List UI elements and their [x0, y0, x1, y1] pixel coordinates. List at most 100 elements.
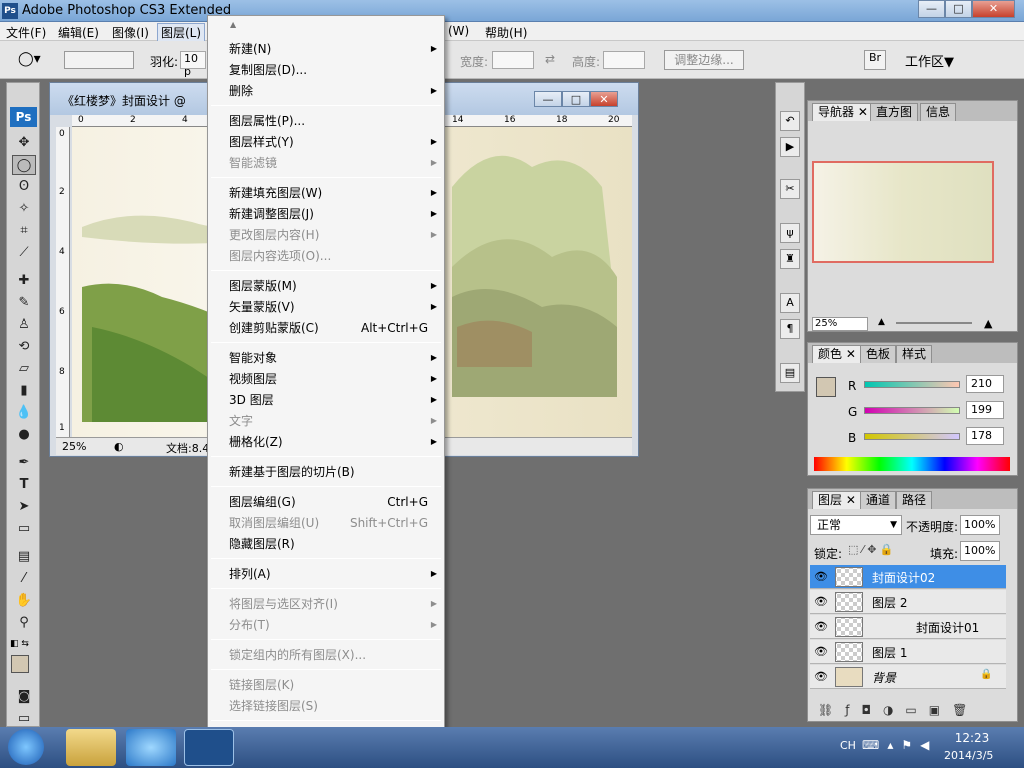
- color-ramp[interactable]: [814, 457, 1010, 471]
- start-button[interactable]: [8, 729, 44, 765]
- lasso-tool-icon[interactable]: ʘ: [12, 177, 36, 197]
- clock-date[interactable]: 2014/3/5: [944, 749, 993, 762]
- lock-icons[interactable]: ⬚ ⁄ ✥ 🔒: [848, 543, 894, 556]
- menu-item[interactable]: 隐藏图层(R): [208, 534, 444, 554]
- menu-item[interactable]: 视频图层 ▶: [208, 369, 444, 389]
- foreground-color-swatch[interactable]: [11, 655, 29, 673]
- marquee-tool-icon[interactable]: ◯: [12, 155, 36, 175]
- move-tool-icon[interactable]: ✥: [12, 133, 36, 153]
- layer-row[interactable]: 👁 图层 2: [810, 590, 1006, 614]
- workspace-button[interactable]: 工作区▼: [905, 51, 954, 70]
- feather-input[interactable]: 10 p: [180, 51, 206, 78]
- layer-row[interactable]: 👁 图层 1: [810, 640, 1006, 664]
- zoom-slider[interactable]: [896, 322, 972, 324]
- height-input[interactable]: [603, 51, 645, 69]
- green-value[interactable]: 199: [966, 401, 1004, 419]
- input-language[interactable]: CH: [840, 739, 856, 752]
- blue-slider[interactable]: [864, 433, 960, 440]
- menu-item[interactable]: 新建(N) ▶: [208, 39, 444, 59]
- menu-layer[interactable]: 图层(L): [157, 23, 206, 42]
- magic-wand-icon[interactable]: ✧: [12, 199, 36, 219]
- status-menu-icon[interactable]: ◐: [114, 440, 124, 453]
- foreground-swatch[interactable]: [816, 377, 836, 397]
- menu-item[interactable]: 3D 图层 ▶: [208, 390, 444, 410]
- doc-maximize-button[interactable]: □: [562, 91, 590, 107]
- navigator-zoom-field[interactable]: 25%: [812, 317, 868, 331]
- menu-item[interactable]: 删除 ▶: [208, 81, 444, 101]
- clone-stamp-icon[interactable]: ♙: [12, 315, 36, 335]
- menu-item[interactable]: 图层属性(P)...: [208, 111, 444, 131]
- menu-item[interactable]: 智能对象 ▶: [208, 348, 444, 368]
- scroll-up-arrow-icon[interactable]: ▲: [230, 20, 236, 29]
- maximize-button[interactable]: □: [945, 0, 972, 18]
- menu-window[interactable]: (W): [448, 24, 469, 38]
- doc-close-button[interactable]: ✕: [590, 91, 618, 107]
- selection-mode-buttons[interactable]: [64, 51, 134, 69]
- clone-source-icon[interactable]: ♜: [780, 249, 800, 269]
- eyedropper-icon[interactable]: ⁄: [12, 569, 36, 589]
- file-explorer-icon[interactable]: [66, 729, 116, 766]
- slice-tool-icon[interactable]: ⟋: [12, 243, 36, 263]
- layer-row[interactable]: 👁 背景 🔒: [810, 665, 1006, 689]
- zoom-level[interactable]: 25%: [62, 440, 86, 453]
- tab-color[interactable]: 颜色 ✕: [812, 345, 862, 363]
- internet-explorer-icon[interactable]: [126, 729, 176, 766]
- opacity-input[interactable]: 100%: [960, 515, 1000, 535]
- green-slider[interactable]: [864, 407, 960, 414]
- menu-item[interactable]: 新建基于图层的切片(B): [208, 462, 444, 482]
- menu-item[interactable]: 栅格化(Z) ▶: [208, 432, 444, 452]
- healing-brush-icon[interactable]: ✚: [12, 271, 36, 291]
- character-panel-icon[interactable]: A: [780, 293, 800, 313]
- visibility-eye-icon[interactable]: 👁: [812, 668, 830, 686]
- hand-tool-icon[interactable]: ✋: [12, 591, 36, 611]
- menu-item[interactable]: 创建剪贴蒙版(C) Alt+Ctrl+G: [208, 318, 444, 338]
- brush-tool-icon[interactable]: ✎: [12, 293, 36, 313]
- swap-icon[interactable]: ⇄: [545, 52, 555, 66]
- blue-value[interactable]: 178: [966, 427, 1004, 445]
- menu-item[interactable]: 新建填充图层(W) ▶: [208, 183, 444, 203]
- zoom-in-icon[interactable]: ▲: [984, 317, 992, 330]
- doc-minimize-button[interactable]: —: [534, 91, 562, 107]
- menu-item[interactable]: 矢量蒙版(V) ▶: [208, 297, 444, 317]
- elliptical-marquee-icon[interactable]: ◯▾: [18, 51, 41, 67]
- default-colors-icon[interactable]: ◧ ⇆: [10, 639, 29, 649]
- bridge-icon[interactable]: Br: [864, 50, 886, 70]
- visibility-eye-icon[interactable]: 👁: [812, 593, 830, 611]
- visibility-eye-icon[interactable]: 👁: [812, 568, 830, 586]
- tab-info[interactable]: 信息: [920, 103, 957, 121]
- tool-presets-icon[interactable]: ✂: [780, 179, 800, 199]
- tab-channels[interactable]: 通道: [860, 491, 897, 509]
- menu-edit[interactable]: 编辑(E): [58, 24, 99, 41]
- gradient-tool-icon[interactable]: ▮: [12, 381, 36, 401]
- menu-help[interactable]: 帮助(H): [485, 24, 527, 41]
- actions-panel-icon[interactable]: ▶: [780, 137, 800, 157]
- dodge-tool-icon[interactable]: ●: [12, 425, 36, 445]
- close-button[interactable]: ✕: [972, 0, 1015, 18]
- tray-icons[interactable]: ⌨▴⚑◀: [862, 738, 937, 752]
- screen-mode-icon[interactable]: ▭: [12, 709, 36, 729]
- refine-edge-button[interactable]: 调整边缘...: [664, 50, 744, 70]
- minimize-button[interactable]: —: [918, 0, 945, 18]
- layer-row[interactable]: 👁 封面设计02: [810, 565, 1006, 589]
- paragraph-panel-icon[interactable]: ¶: [780, 319, 800, 339]
- clock-time[interactable]: 12:23: [950, 731, 994, 745]
- tab-paths[interactable]: 路径: [896, 491, 933, 509]
- zoom-out-icon[interactable]: ▲: [878, 317, 885, 327]
- menu-item[interactable]: 图层蒙版(M) ▶: [208, 276, 444, 296]
- blur-tool-icon[interactable]: 💧: [12, 403, 36, 423]
- layer-comps-icon[interactable]: ▤: [780, 363, 800, 383]
- visibility-eye-icon[interactable]: 👁: [812, 618, 830, 636]
- notes-tool-icon[interactable]: ▤: [12, 547, 36, 567]
- fill-input[interactable]: 100%: [960, 541, 1000, 561]
- red-value[interactable]: 210: [966, 375, 1004, 393]
- menu-image[interactable]: 图像(I): [112, 24, 149, 41]
- eraser-tool-icon[interactable]: ▱: [12, 359, 36, 379]
- tab-navigator[interactable]: 导航器 ✕: [812, 103, 874, 121]
- tab-layers[interactable]: 图层 ✕: [812, 491, 862, 509]
- path-selection-icon[interactable]: ➤: [12, 497, 36, 517]
- blend-mode-select[interactable]: 正常 ▼: [810, 515, 902, 535]
- menu-item[interactable]: 图层样式(Y) ▶: [208, 132, 444, 152]
- navigator-preview[interactable]: [812, 161, 994, 263]
- tab-histogram[interactable]: 直方图: [870, 103, 919, 121]
- menu-item[interactable]: 排列(A) ▶: [208, 564, 444, 584]
